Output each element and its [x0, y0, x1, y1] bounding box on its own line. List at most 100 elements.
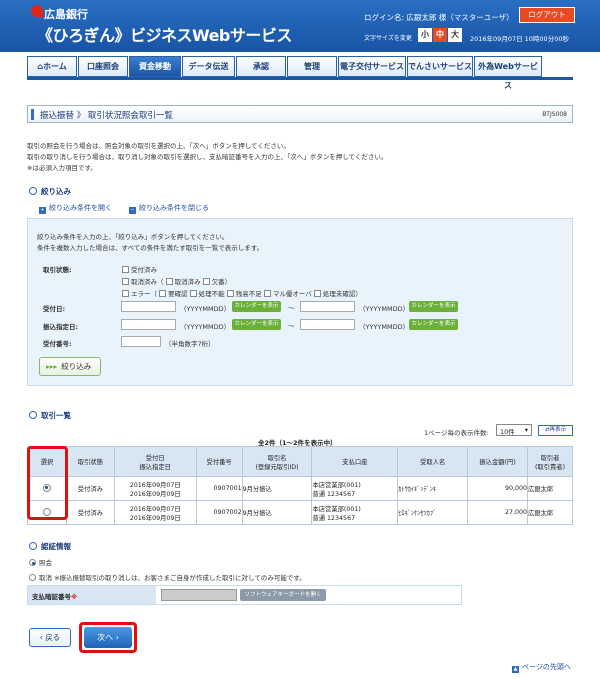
- table-row[interactable]: 受付済み 2016年09月07日 2016年09月09日 0907002 9月分振…: [27, 500, 573, 525]
- back-button[interactable]: ‹ 戻る: [29, 628, 71, 647]
- transaction-table: 選択 取引状態 受付日 振込指定日 受付番号 取引名 (登録元取引ID) 支払口…: [27, 446, 573, 525]
- col-receipt-no: 受付番号: [195, 446, 243, 477]
- per-page-select[interactable]: 10件 ▾: [496, 424, 532, 436]
- received-date-label: 受付日:: [43, 305, 66, 313]
- plus-icon: +: [39, 207, 46, 214]
- intro-line-1: 取引の照会を行う場合は、照会対象の取引を選択の上、「次へ」ボタンを押してください…: [27, 142, 290, 150]
- status-label: 取引状態:: [43, 266, 72, 274]
- bank-logo-icon: [31, 5, 43, 17]
- dates-cell: 2016年09月07日 2016年09月09日: [113, 500, 197, 525]
- checkbox[interactable]: [263, 290, 271, 297]
- user-cell: 広銀太郎: [527, 500, 573, 525]
- tab-home[interactable]: ⌂ホーム: [27, 56, 77, 77]
- range-tilde: 〜: [288, 304, 295, 312]
- tab-fund-transfer[interactable]: 資金移動: [129, 56, 181, 77]
- tab-e-delivery[interactable]: 電子交付サービス: [338, 56, 406, 77]
- auth-heading: 認証情報: [29, 541, 71, 552]
- col-dates: 受付日 振込指定日: [113, 446, 197, 477]
- inquiry-radio[interactable]: [29, 559, 36, 566]
- pin-input[interactable]: [161, 589, 237, 601]
- checkbox[interactable]: [202, 278, 210, 285]
- amount-cell: 27,000: [467, 500, 529, 525]
- account-cell: 本店営業部(001) 普通 1234567: [311, 500, 399, 525]
- col-tx-name: 取引名 (登録元取引ID): [241, 446, 313, 477]
- tab-account-inquiry[interactable]: 口座照会: [78, 56, 128, 77]
- col-account: 支払口座: [311, 446, 399, 477]
- auth-option-cancel[interactable]: 取消 ※振込振替取引の取り消しは、お客さまご自身が作成した取引に対してのみ可能で…: [29, 572, 306, 582]
- transfer-date-to-input[interactable]: [300, 319, 355, 330]
- intro-line-2: 取引の取り消しを行う場合は、取り消し対象の取引を選択し、支払暗証番号を入力の上、…: [27, 153, 388, 161]
- pin-label: 支払暗証番号※: [28, 586, 156, 604]
- checkbox[interactable]: [189, 290, 197, 297]
- per-page-label: 1ページ毎の表示件数:: [424, 429, 489, 437]
- tab-forex[interactable]: 外為Webサービス: [474, 56, 542, 90]
- status-accepted[interactable]: 受付済み: [122, 264, 157, 274]
- transfer-date-from-input[interactable]: [121, 319, 176, 330]
- checkbox[interactable]: [122, 290, 129, 297]
- font-large-button[interactable]: 大: [448, 28, 462, 42]
- font-medium-button[interactable]: 中: [433, 28, 447, 42]
- logout-button[interactable]: ログアウト: [519, 7, 575, 23]
- receipt-no-label: 受付番号:: [43, 340, 72, 348]
- font-small-button[interactable]: 小: [418, 28, 432, 42]
- tab-management[interactable]: 管理: [287, 56, 337, 77]
- date-format-hint: （YYYYMMDD）: [180, 323, 231, 331]
- current-datetime: 2016年09月07日 10時00分00秒: [470, 35, 569, 43]
- receipt-no-hint: （半角数字7桁）: [165, 340, 215, 348]
- redisplay-button[interactable]: ⇄再表示: [538, 425, 573, 436]
- tab-approval[interactable]: 承認: [236, 56, 286, 77]
- page-top-link[interactable]: ▲ ページの先頭へ: [512, 662, 571, 673]
- payee-cell: ﾋﾛｷﾞﾝｹﾝｾﾂｶﾌﾞ: [397, 500, 469, 525]
- calendar-button[interactable]: カレンダーを表示: [409, 319, 458, 330]
- tab-data-transmission[interactable]: データ伝送: [182, 56, 235, 77]
- list-heading: 取引一覧: [29, 410, 71, 421]
- close-filter-link[interactable]: − 絞り込み条件を閉じる: [129, 203, 209, 214]
- tx-name-cell: 9月分振込: [241, 500, 313, 525]
- checkbox[interactable]: [226, 290, 234, 297]
- header-bar: 広島銀行 《ひろぎん》ビジネスWebサービス ログイン名: 広銀太郎 様（マスタ…: [0, 0, 600, 52]
- login-info: ログイン名: 広銀太郎 様（マスターユーザ）: [364, 13, 514, 22]
- page-title: 振込振替 》 取引状況照会取引一覧: [40, 111, 173, 121]
- checkbox[interactable]: [122, 266, 129, 273]
- calendar-button[interactable]: カレンダーを表示: [232, 301, 281, 312]
- tab-densai[interactable]: でんさいサービス: [407, 56, 473, 77]
- checkbox[interactable]: [313, 290, 321, 297]
- range-tilde: 〜: [288, 322, 295, 330]
- col-payee: 受取人名: [397, 446, 469, 477]
- tx-name-cell: 9月分振込: [241, 476, 313, 501]
- date-format-hint: （YYYYMMDD）: [359, 305, 410, 313]
- status-cell: 受付済み: [65, 476, 115, 501]
- checkbox[interactable]: [122, 278, 129, 285]
- received-date-to-input[interactable]: [300, 301, 355, 312]
- received-date-from-input[interactable]: [121, 301, 176, 312]
- receipt-no-input[interactable]: [121, 336, 161, 347]
- col-status: 取引状態: [65, 446, 115, 477]
- amount-cell: 90,000: [467, 476, 529, 501]
- software-keyboard-button[interactable]: ソフトウェアキーボードを開く: [240, 589, 326, 601]
- auth-option-inquiry[interactable]: 照会: [29, 557, 52, 567]
- open-filter-link[interactable]: + 絞り込み条件を開く: [39, 203, 112, 214]
- cancel-radio[interactable]: [29, 574, 36, 581]
- section-icon: [29, 187, 37, 195]
- nav-underline: [27, 77, 573, 80]
- filter-button[interactable]: ▸▸▸ 絞り込み: [39, 357, 101, 376]
- status-cell: 受付済み: [65, 500, 115, 525]
- checkbox[interactable]: [159, 290, 167, 297]
- filter-desc-2: 条件を複数入力した場合は、すべての条件を満たす取引を一覧で表示します。: [37, 244, 264, 252]
- dates-cell: 2016年09月07日 2016年09月09日: [113, 476, 197, 501]
- receipt-no-cell: 0907002: [195, 500, 243, 525]
- status-cancelled-group: 取消済み（ 取消済み 欠番）: [122, 276, 231, 286]
- status-error-group: エラー（ 要確認 処理不能 残高不足 マル優オーバ 処理未確認）: [122, 288, 362, 298]
- calendar-button[interactable]: カレンダーを表示: [232, 319, 281, 330]
- table-row[interactable]: 受付済み 2016年09月07日 2016年09月09日 0907001 9月分振…: [27, 476, 573, 501]
- main-nav: ⌂ホーム 口座照会 資金移動 データ伝送 承認 管理 電子交付サービス でんさい…: [27, 56, 564, 90]
- checkbox[interactable]: [165, 278, 173, 285]
- filter-heading: 絞り込み: [29, 186, 71, 197]
- col-amount: 振込金額(円): [467, 446, 529, 477]
- section-icon: [29, 411, 37, 419]
- title-accent: [31, 109, 34, 120]
- filter-panel: 絞り込み条件を入力の上、「絞り込み」ボタンを押してください。 条件を複数入力した…: [27, 218, 573, 386]
- screen-id: BTJS008: [542, 111, 567, 118]
- calendar-button[interactable]: カレンダーを表示: [409, 301, 458, 312]
- minus-icon: −: [129, 207, 136, 214]
